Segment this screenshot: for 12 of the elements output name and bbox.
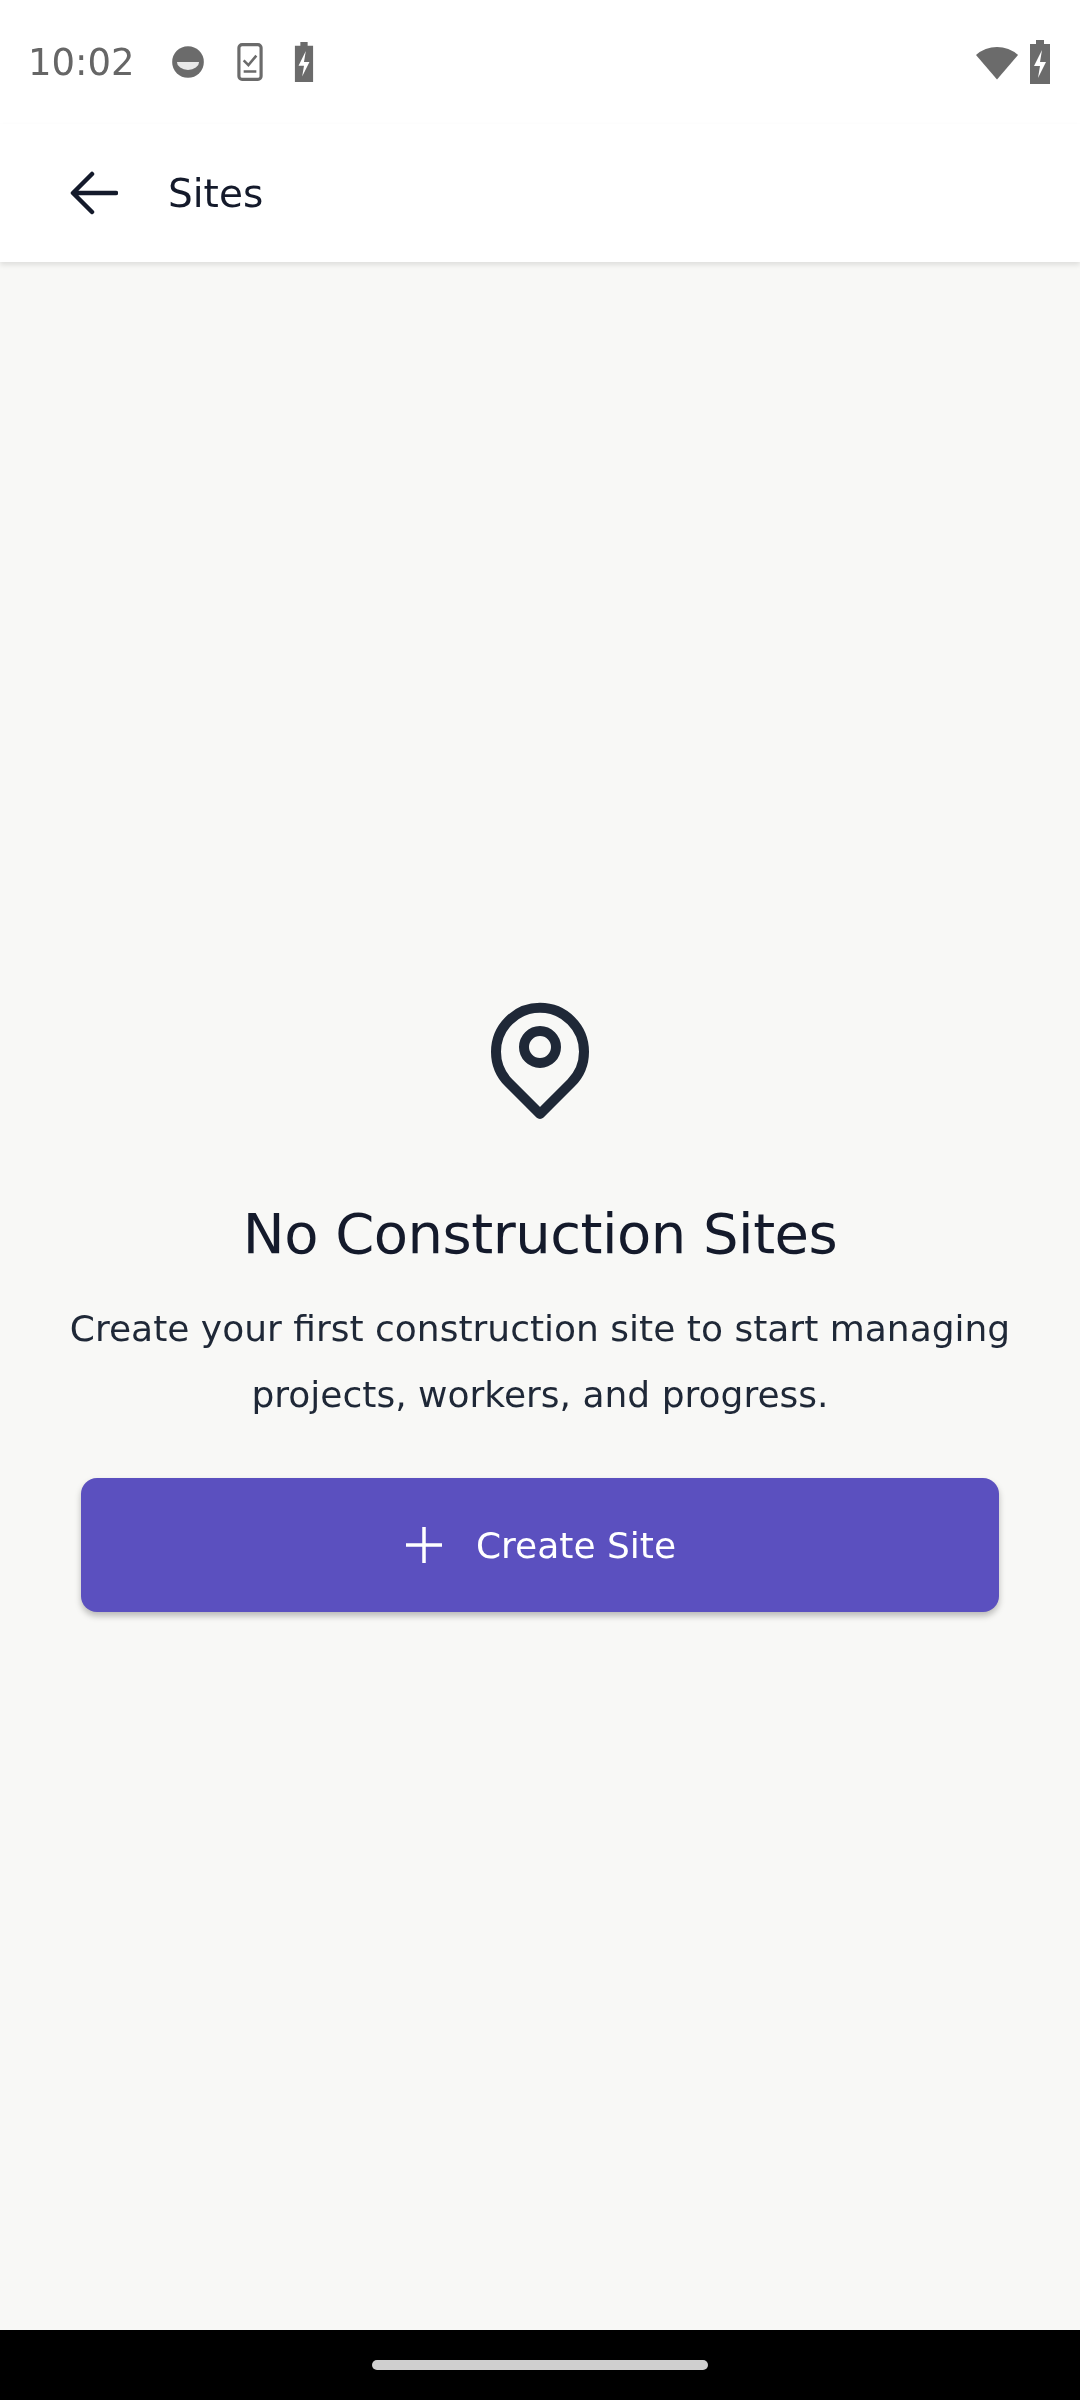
wifi-icon: [976, 44, 1018, 80]
plus-icon: [403, 1525, 444, 1565]
status-time: 10:02: [28, 40, 135, 84]
battery-charging-icon: [292, 42, 315, 82]
home-handle[interactable]: [372, 2360, 708, 2370]
empty-state-message: Create your first construction site to start managing projects, workers, and progress.: [68, 1307, 1012, 1417]
clipboard-icon: [236, 43, 263, 81]
screen-title: Sites: [168, 170, 264, 216]
create-site-button[interactable]: Create Site: [81, 1478, 999, 1612]
back-arrow-icon[interactable]: [70, 171, 118, 215]
empty-state-title: No Construction Sites: [242, 1201, 838, 1266]
battery-charging-icon: [1028, 40, 1052, 84]
